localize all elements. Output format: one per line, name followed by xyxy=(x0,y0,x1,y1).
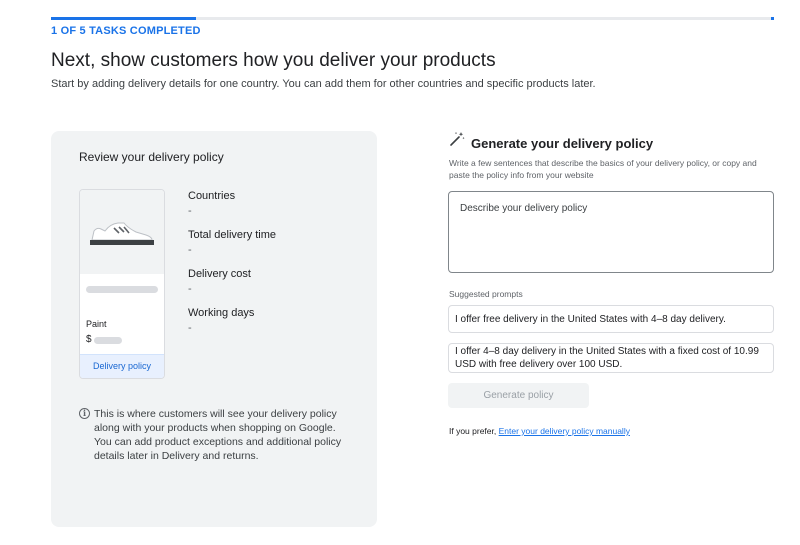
product-preview-card: Paint $ Delivery policy xyxy=(79,189,165,379)
detail-total-delivery-time: Total delivery time - xyxy=(188,229,276,268)
generate-title: Generate your delivery policy xyxy=(471,136,654,151)
detail-value: - xyxy=(188,244,192,256)
generate-description: Write a few sentences that describe the … xyxy=(449,158,757,180)
product-title-placeholder xyxy=(86,286,158,293)
page-subtitle: Start by adding delivery details for one… xyxy=(51,78,596,90)
policy-details-list: Countries - Total delivery time - Delive… xyxy=(188,190,276,346)
suggested-prompts-label: Suggested prompts xyxy=(449,289,523,299)
review-card-title: Review your delivery policy xyxy=(79,150,224,164)
magic-wand-icon xyxy=(450,132,465,146)
detail-value: - xyxy=(188,322,192,334)
product-image xyxy=(80,190,164,274)
detail-value: - xyxy=(188,205,192,217)
detail-label: Total delivery time xyxy=(188,229,277,241)
detail-label: Countries xyxy=(188,190,236,202)
page-title: Next, show customers how you deliver you… xyxy=(51,50,496,71)
detail-label: Working days xyxy=(188,307,255,319)
info-icon: i xyxy=(79,408,90,419)
delivery-policy-input[interactable] xyxy=(448,191,774,273)
manual-entry-link[interactable]: Enter your delivery policy manually xyxy=(499,426,630,436)
product-name: Paint xyxy=(86,319,107,329)
info-note: i This is where customers will see your … xyxy=(79,407,351,463)
progress-bar xyxy=(51,17,774,20)
progress-label: 1 OF 5 TASKS COMPLETED xyxy=(51,25,201,37)
sneaker-icon xyxy=(90,222,154,245)
detail-value: - xyxy=(188,283,192,295)
review-policy-card: Review your delivery policy Paint $ Deli… xyxy=(51,131,377,527)
info-text: This is where customers will see your de… xyxy=(94,408,342,462)
product-price-placeholder xyxy=(94,337,122,344)
detail-label: Delivery cost xyxy=(188,268,251,280)
suggested-prompt-chip[interactable]: I offer 4–8 day delivery in the United S… xyxy=(448,343,774,373)
detail-working-days: Working days - xyxy=(188,307,276,346)
product-price-currency: $ xyxy=(86,334,92,345)
detail-countries: Countries - xyxy=(188,190,276,229)
generate-policy-button[interactable]: Generate policy xyxy=(448,383,589,408)
detail-delivery-cost: Delivery cost - xyxy=(188,268,276,307)
suggested-prompt-chip[interactable]: I offer free delivery in the United Stat… xyxy=(448,305,774,333)
manual-entry-prefix: If you prefer, xyxy=(449,426,497,436)
manual-entry-row: If you prefer, Enter your delivery polic… xyxy=(449,426,630,436)
delivery-policy-tag: Delivery policy xyxy=(80,354,164,378)
progress-bar-end xyxy=(771,17,774,20)
progress-bar-fill xyxy=(51,17,196,20)
